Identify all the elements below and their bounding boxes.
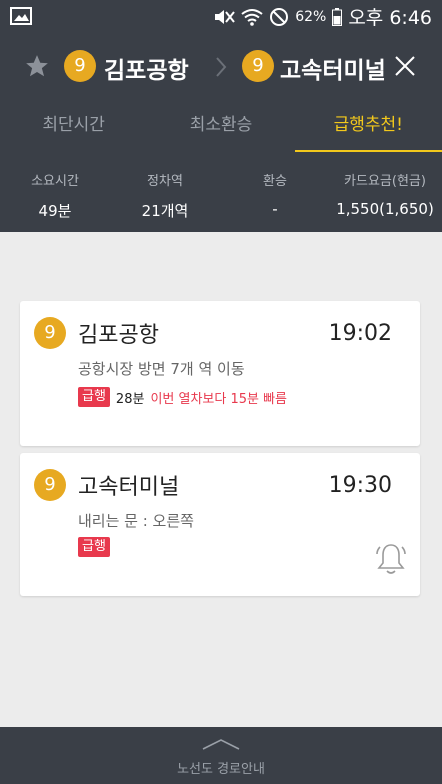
tab-fastest[interactable]: 최단시간 <box>0 100 147 152</box>
departure-express-info: 급행 28분 이번 열차보다 15분 빠름 <box>78 387 287 407</box>
to-station[interactable]: 고속터미널 <box>280 51 388 85</box>
summary-duration: 소요시간 49분 <box>0 152 110 221</box>
from-station[interactable]: 김포공항 <box>104 51 189 85</box>
wifi-icon <box>241 8 263 26</box>
chevron-up-icon <box>202 739 240 750</box>
arrival-express-info: 급행 <box>78 537 110 557</box>
chevron-right-icon <box>216 57 227 77</box>
arrival-time: 19:30 <box>328 473 392 498</box>
departure-direction: 공항시장 방면 7개 역 이동 <box>78 360 245 378</box>
no-disturb-icon <box>270 7 289 26</box>
from-line-badge: 9 <box>64 50 96 82</box>
summary-stops-label: 정차역 <box>147 174 183 189</box>
route-tabs: 최단시간 최소환승 급행추천! <box>0 100 442 152</box>
summary-fare-label: 카드요금(현금) <box>344 174 426 189</box>
bell-icon[interactable] <box>374 541 408 577</box>
star-icon[interactable] <box>24 53 50 79</box>
departure-card[interactable]: 9 김포공항 19:02 공항시장 방면 7개 역 이동 급행 28분 이번 열… <box>20 301 420 446</box>
tab-min-transfer[interactable]: 최소환승 <box>147 100 294 152</box>
express-badge: 급행 <box>78 537 110 557</box>
express-note: 이번 열차보다 15분 빠름 <box>150 391 288 407</box>
clock: 오후 6:46 <box>348 7 432 29</box>
arrival-door-side: 내리는 문 : 오른쪽 <box>78 512 194 530</box>
image-icon <box>10 7 32 25</box>
summary-stops-value: 21개역 <box>141 202 189 220</box>
express-badge: 급행 <box>78 387 110 407</box>
battery-percent: 62% <box>295 8 327 25</box>
express-minutes: 28분 <box>115 391 145 407</box>
summary-duration-value: 49분 <box>38 202 72 220</box>
tab-express[interactable]: 급행추천! <box>294 100 442 152</box>
route-map-guide-bar[interactable]: 노선도 경로안내 <box>0 727 442 784</box>
summary-stops: 정차역 21개역 <box>110 152 220 221</box>
summary-transfer: 환승 - <box>220 152 330 218</box>
arrival-card[interactable]: 9 고속터미널 19:30 내리는 문 : 오른쪽 급행 <box>20 453 420 596</box>
status-bar: 62% 오후 6:46 <box>0 0 442 33</box>
arrival-station: 고속터미널 <box>78 475 180 500</box>
battery-icon <box>332 7 343 26</box>
summary-fare: 카드요금(현금) 1,550(1,650) <box>330 152 440 218</box>
route-header: 9 김포공항 9 고속터미널 <box>0 33 442 100</box>
departure-time: 19:02 <box>328 321 392 346</box>
arrival-line-badge: 9 <box>34 469 66 501</box>
summary-transfer-label: 환승 <box>263 174 287 189</box>
summary-fare-value: 1,550(1,650) <box>336 200 434 218</box>
to-line-badge: 9 <box>242 50 274 82</box>
route-map-guide-label: 노선도 경로안내 <box>177 762 265 777</box>
summary-duration-label: 소요시간 <box>31 174 79 189</box>
mute-icon <box>215 9 235 24</box>
departure-station: 김포공항 <box>78 323 159 348</box>
close-icon[interactable] <box>394 55 416 77</box>
route-summary: 소요시간 49분 정차역 21개역 환승 - 카드요금(현금) 1,550(1,… <box>0 152 442 232</box>
summary-transfer-value: - <box>272 200 278 218</box>
departure-line-badge: 9 <box>34 317 66 349</box>
